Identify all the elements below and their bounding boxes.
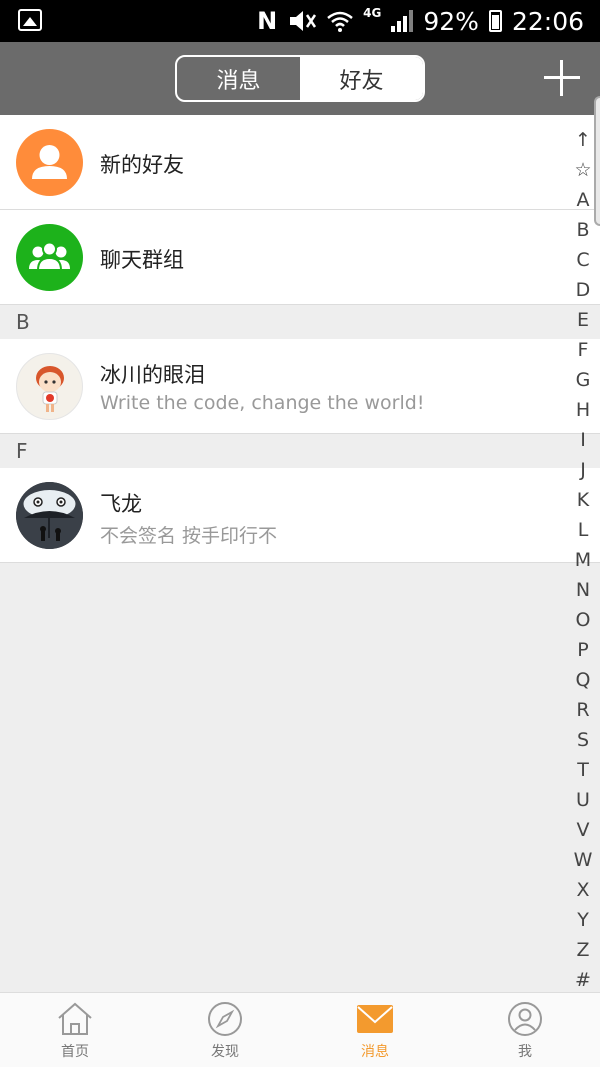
- friend-list: 新的好友 聊天群组 B 冰川的眼泪 Write the code, change…: [0, 115, 600, 563]
- nav-discover[interactable]: 发现: [150, 993, 300, 1067]
- contact-row[interactable]: 冰川的眼泪 Write the code, change the world!: [0, 339, 600, 434]
- index-letter[interactable]: ☆: [574, 155, 591, 185]
- clock: 22:06: [511, 6, 584, 36]
- nav-me[interactable]: 我: [450, 993, 600, 1067]
- status-icons: N 4G 92% 22:06: [257, 4, 584, 38]
- contact-name: 冰川的眼泪: [100, 363, 205, 387]
- index-letter[interactable]: U: [576, 785, 590, 815]
- bottom-nav: 首页 发现 消息 我: [0, 992, 600, 1067]
- nav-messages[interactable]: 消息: [300, 993, 450, 1067]
- index-letter[interactable]: V: [577, 815, 590, 845]
- index-letter[interactable]: F: [578, 335, 589, 365]
- person-icon: [16, 129, 83, 196]
- index-letter[interactable]: O: [576, 605, 591, 635]
- top-header: 消息 好友: [0, 42, 600, 115]
- nav-home[interactable]: 首页: [0, 993, 150, 1067]
- index-letter[interactable]: R: [576, 695, 589, 725]
- index-letter[interactable]: Q: [576, 665, 591, 695]
- index-letter[interactable]: J: [580, 455, 586, 485]
- index-letter[interactable]: E: [577, 305, 589, 335]
- gallery-notification-icon: [18, 9, 42, 31]
- index-letter[interactable]: ↑: [575, 125, 591, 155]
- tab-friends[interactable]: 好友: [300, 57, 423, 100]
- nav-home-label: 首页: [61, 1044, 89, 1060]
- index-letter[interactable]: Z: [576, 935, 589, 965]
- nav-messages-label: 消息: [361, 1044, 389, 1060]
- index-letter[interactable]: N: [576, 575, 590, 605]
- section-header-b: B: [0, 305, 600, 339]
- index-letter[interactable]: D: [576, 275, 591, 305]
- group-chat-row[interactable]: 聊天群组: [0, 210, 600, 305]
- new-friends-label: 新的好友: [100, 153, 184, 177]
- edge-panel-handle[interactable]: [594, 96, 600, 226]
- index-letter[interactable]: Y: [577, 905, 589, 935]
- index-letter[interactable]: M: [575, 545, 591, 575]
- tab-messages[interactable]: 消息: [177, 57, 300, 100]
- index-letter[interactable]: I: [580, 425, 586, 455]
- mail-icon: [357, 1005, 393, 1033]
- contact-signature: Write the code, change the world!: [100, 392, 425, 414]
- nfc-icon: N: [257, 7, 278, 35]
- segment-control: 消息 好友: [175, 55, 425, 102]
- alphabet-index[interactable]: ↑ ☆ A B C D E F G H I J K L M N O P Q R S T U V W X Y Z #: [572, 125, 594, 995]
- section-header-f: F: [0, 434, 600, 468]
- index-letter[interactable]: W: [574, 845, 593, 875]
- index-letter[interactable]: P: [577, 635, 588, 665]
- contact-name: 飞龙: [100, 492, 142, 516]
- index-letter[interactable]: S: [577, 725, 589, 755]
- nav-me-label: 我: [518, 1044, 532, 1060]
- group-chat-label: 聊天群组: [100, 248, 184, 272]
- contact-signature: 不会签名 按手印行不: [100, 525, 278, 547]
- index-letter[interactable]: L: [578, 515, 589, 545]
- status-bar: N 4G 92% 22:06: [0, 0, 600, 42]
- compass-icon: [208, 1002, 242, 1036]
- index-letter[interactable]: T: [577, 755, 589, 785]
- network-type: 4G: [363, 6, 382, 20]
- add-icon[interactable]: [544, 60, 580, 96]
- mute-icon: [290, 11, 317, 31]
- profile-icon: [508, 1002, 542, 1036]
- totoro-avatar: [16, 482, 83, 549]
- contact-row[interactable]: 飞龙 不会签名 按手印行不: [0, 468, 600, 563]
- index-letter[interactable]: B: [576, 215, 589, 245]
- new-friends-row[interactable]: 新的好友: [0, 115, 600, 210]
- battery-percent: 92%: [423, 6, 479, 36]
- signal-icon: [391, 10, 414, 32]
- index-letter[interactable]: K: [577, 485, 589, 515]
- index-letter[interactable]: A: [577, 185, 590, 215]
- index-letter[interactable]: X: [576, 875, 589, 905]
- cartoon-boy-avatar: [16, 353, 83, 420]
- group-icon: [16, 224, 83, 291]
- index-letter[interactable]: C: [576, 245, 589, 275]
- index-letter[interactable]: #: [575, 965, 591, 995]
- wifi-icon: [327, 11, 353, 32]
- home-icon: [58, 1002, 92, 1035]
- battery-icon: [488, 10, 502, 32]
- nav-discover-label: 发现: [211, 1044, 239, 1060]
- index-letter[interactable]: G: [576, 365, 591, 395]
- index-letter[interactable]: H: [576, 395, 590, 425]
